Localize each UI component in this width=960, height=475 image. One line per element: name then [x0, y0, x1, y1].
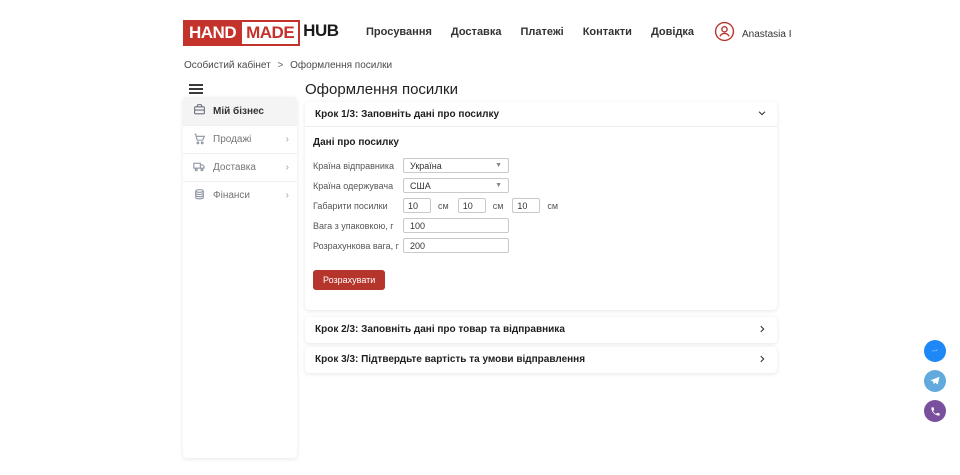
coins-icon — [193, 188, 206, 204]
nav-help[interactable]: Довідка — [651, 26, 694, 38]
weight-row: Вага з упаковкою, г — [313, 218, 769, 233]
dimensions-row: Габарити посилки см см см — [313, 198, 769, 213]
viber-icon[interactable] — [924, 400, 946, 422]
unit-label: см — [438, 201, 449, 211]
recipient-country-row: Країна одержувача США ▼ — [313, 178, 769, 193]
nav-payments[interactable]: Платежі — [520, 26, 563, 38]
sidebar-item-sales[interactable]: Продажі › — [183, 125, 297, 153]
step-2-label: Крок 2/3: Заповніть дані про товар та ві… — [315, 324, 565, 335]
chevron-right-icon: › — [286, 162, 289, 173]
telegram-icon[interactable] — [924, 370, 946, 392]
select-arrow-icon: ▼ — [495, 162, 502, 169]
logo-part-hand: HAND — [183, 20, 242, 46]
chevron-right-icon: › — [286, 190, 289, 201]
breadcrumb-current: Оформлення посилки — [290, 60, 392, 71]
step-3-label: Крок 3/3: Підтвердьте вартість та умови … — [315, 354, 585, 365]
nav-promotion[interactable]: Просування — [366, 26, 432, 38]
weight-input[interactable] — [403, 218, 509, 233]
user-menu[interactable]: Anastasia I — [714, 21, 791, 47]
step-1-body: Дані про посилку Країна відправника Укра… — [305, 127, 777, 298]
recipient-country-label: Країна одержувача — [313, 181, 403, 191]
sender-country-value: Україна — [410, 161, 442, 171]
sender-country-label: Країна відправника — [313, 161, 403, 171]
sender-country-row: Країна відправника Україна ▼ — [313, 158, 769, 173]
unit-label: см — [547, 201, 558, 211]
nav-contacts[interactable]: Контакти — [583, 26, 632, 38]
logo-part-made: MADE — [242, 20, 300, 46]
sidebar-item-my-business[interactable]: Мій бізнес — [183, 97, 297, 125]
sender-country-select[interactable]: Україна ▼ — [403, 158, 509, 173]
sidebar-item-finance[interactable]: Фінанси › — [183, 181, 297, 209]
chevron-down-icon — [757, 105, 767, 123]
dimension-width-input[interactable] — [458, 198, 486, 213]
user-avatar-icon — [714, 21, 735, 47]
step-3-header[interactable]: Крок 3/3: Підтвердьте вартість та умови … — [305, 347, 777, 372]
sidebar-item-label: Фінанси — [213, 190, 250, 201]
recipient-country-select[interactable]: США ▼ — [403, 178, 509, 193]
briefcase-icon — [193, 103, 206, 119]
calculate-button[interactable]: Розрахувати — [313, 270, 385, 290]
unit-label: см — [493, 201, 504, 211]
form-section-title: Дані про посилку — [313, 137, 769, 148]
nav-delivery[interactable]: Доставка — [451, 26, 502, 38]
breadcrumb: Особистий кабінет > Оформлення посилки — [184, 60, 392, 71]
chevron-right-icon — [757, 321, 767, 339]
page-title: Оформлення посилки — [305, 81, 458, 98]
user-name: Anastasia I — [742, 29, 791, 40]
chevron-right-icon — [757, 351, 767, 369]
chevron-right-icon: › — [286, 134, 289, 145]
main-nav: Просування Доставка Платежі Контакти Дов… — [366, 26, 694, 38]
dimension-length-input[interactable] — [403, 198, 431, 213]
sidebar-item-label: Доставка — [213, 162, 256, 173]
step-2-card: Крок 2/3: Заповніть дані про товар та ві… — [305, 317, 777, 343]
step-1-card: Крок 1/3: Заповніть дані про посилку Дан… — [305, 102, 777, 310]
step-3-card: Крок 3/3: Підтвердьте вартість та умови … — [305, 347, 777, 373]
logo[interactable]: HAND MADE HUB — [183, 20, 341, 46]
dimensions-label: Габарити посилки — [313, 201, 403, 211]
logo-part-hub: HUB — [300, 20, 340, 46]
hamburger-menu-icon[interactable] — [189, 84, 203, 95]
calc-weight-input[interactable] — [403, 238, 509, 253]
messenger-icon[interactable] — [924, 340, 946, 362]
step-2-header[interactable]: Крок 2/3: Заповніть дані про товар та ві… — [305, 317, 777, 342]
weight-label: Вага з упаковкою, г — [313, 221, 403, 231]
calc-weight-row: Розрахункова вага, г — [313, 238, 769, 253]
sidebar: Мій бізнес Продажі › Доставка › — [183, 97, 297, 458]
truck-icon — [193, 160, 206, 176]
top-header: HAND MADE HUB Просування Доставка Платеж… — [0, 0, 960, 57]
select-arrow-icon: ▼ — [495, 182, 502, 189]
sidebar-item-delivery[interactable]: Доставка › — [183, 153, 297, 181]
calc-weight-label: Розрахункова вага, г — [313, 241, 403, 251]
dimension-height-input[interactable] — [512, 198, 540, 213]
cart-icon — [193, 132, 206, 148]
step-1-header[interactable]: Крок 1/3: Заповніть дані про посилку — [305, 102, 777, 127]
sidebar-item-label: Продажі — [213, 134, 251, 145]
step-1-label: Крок 1/3: Заповніть дані про посилку — [315, 109, 499, 120]
breadcrumb-separator: > — [278, 60, 284, 71]
breadcrumb-parent[interactable]: Особистий кабінет — [184, 60, 271, 71]
recipient-country-value: США — [410, 181, 431, 191]
sidebar-item-label: Мій бізнес — [213, 106, 264, 117]
